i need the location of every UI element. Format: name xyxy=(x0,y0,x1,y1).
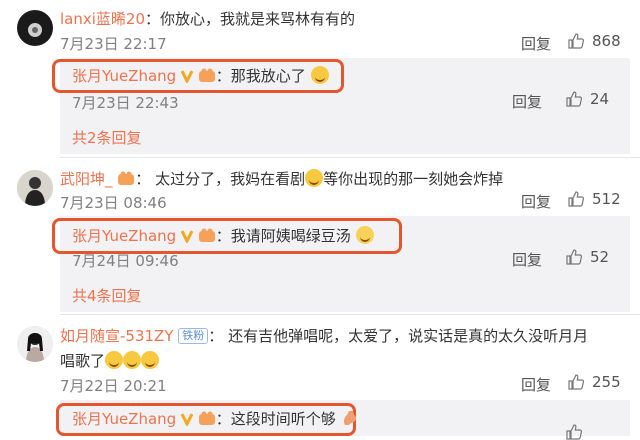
comment-time: 7月23日 08:46 xyxy=(60,194,167,212)
separator: ： xyxy=(145,10,161,28)
like-count: 24 xyxy=(590,90,610,108)
level-badge-icon xyxy=(198,228,215,242)
thumbs-up-icon xyxy=(568,374,584,390)
comment-line: lanxi蓝晞20：你放心，我就是来骂林有有的 xyxy=(60,9,355,29)
comment-text: 还有吉他弹唱呢，太爱了，说实话是真的太久没听月月 xyxy=(228,327,589,345)
like-count: 255 xyxy=(592,373,621,391)
verified-v-icon xyxy=(180,70,193,83)
reply-text: 我请阿姨喝绿豆汤 xyxy=(230,227,351,245)
comment-text: 等你出现的那一刻她会炸掉 xyxy=(323,170,504,188)
like-count: 512 xyxy=(592,190,621,208)
comment-text: 太过分了，我妈在看剧 xyxy=(155,170,306,188)
reply-username[interactable]: 张月YueZhang xyxy=(72,67,176,85)
like-button[interactable]: 868 xyxy=(568,32,621,50)
verified-v-icon xyxy=(180,230,193,243)
reply-button[interactable]: 回复 xyxy=(512,91,542,112)
more-replies-link[interactable]: 共4条回复 xyxy=(72,285,142,306)
divider xyxy=(60,157,640,158)
level-badge-icon xyxy=(198,411,215,425)
separator: ： xyxy=(215,227,231,245)
like-button[interactable]: 52 xyxy=(566,248,609,266)
separator: ： xyxy=(215,410,231,428)
reply-time: 7月24日 09:46 xyxy=(72,252,179,270)
reply-line: 张月YueZhang ：这段时间听个够 xyxy=(72,409,359,429)
cry-emoji-icon xyxy=(355,226,374,244)
thumbs-up-icon xyxy=(566,249,582,265)
flex-arm-emoji-icon xyxy=(343,411,356,425)
divider xyxy=(60,314,640,315)
separator: ： xyxy=(135,170,151,188)
comment-username[interactable]: lanxi蓝晞20 xyxy=(60,10,145,28)
more-replies-link[interactable]: 共2条回复 xyxy=(72,127,142,148)
like-count: 52 xyxy=(590,248,610,266)
reply-button[interactable]: 回复 xyxy=(521,33,551,54)
thumbs-up-icon xyxy=(566,424,582,440)
like-count: 868 xyxy=(592,32,621,50)
reply-time: 7月23日 22:43 xyxy=(72,94,179,112)
reply-button[interactable]: 回复 xyxy=(521,191,551,212)
reply-username[interactable]: 张月YueZhang xyxy=(72,227,176,245)
thumbs-up-icon xyxy=(568,191,584,207)
reply-line: 张月YueZhang ：我请阿姨喝绿豆汤 xyxy=(72,226,374,246)
avatar[interactable] xyxy=(17,10,53,46)
laugh-emoji-icon xyxy=(123,351,142,369)
fan-badge: 铁粉 xyxy=(178,328,209,344)
comment-username[interactable]: 如月随宣-531ZY xyxy=(60,327,173,345)
comment-time: 7月22日 20:21 xyxy=(60,377,167,395)
laugh-emoji-icon xyxy=(105,351,124,369)
verified-v-icon xyxy=(180,413,193,426)
level-badge-icon xyxy=(118,171,135,185)
comment-time: 7月23日 22:17 xyxy=(60,35,167,53)
level-badge-icon xyxy=(198,68,215,82)
laugh-emoji-icon xyxy=(310,66,329,84)
laugh-emoji-icon xyxy=(141,351,160,369)
separator: ： xyxy=(215,67,231,85)
thumbs-up-icon xyxy=(566,91,582,107)
comment-line: 唱歌了 xyxy=(60,351,160,371)
reply-username[interactable]: 张月YueZhang xyxy=(72,410,176,428)
comment-line: 武阳坤_ ： 太过分了，我妈在看剧 等你出现的那一刻她会炸掉 xyxy=(60,169,503,189)
reply-button[interactable]: 回复 xyxy=(512,249,542,270)
reply-text: 那我放心了 xyxy=(230,67,306,85)
reply-button[interactable]: 回复 xyxy=(521,374,551,395)
like-button[interactable] xyxy=(566,424,582,440)
avatar[interactable] xyxy=(17,170,53,206)
reply-text: 这段时间听个够 xyxy=(230,410,336,428)
separator: ： xyxy=(208,327,224,345)
like-button[interactable]: 512 xyxy=(568,190,621,208)
comment-text: 你放心，我就是来骂林有有的 xyxy=(160,10,356,28)
comment-username[interactable]: 武阳坤_ xyxy=(60,170,113,188)
like-button[interactable]: 24 xyxy=(566,90,609,108)
like-button[interactable]: 255 xyxy=(568,373,621,391)
laugh-emoji-icon xyxy=(305,169,324,187)
reply-line: 张月YueZhang ：那我放心了 xyxy=(72,66,329,86)
comment-text: 唱歌了 xyxy=(60,352,106,370)
thumbs-up-icon xyxy=(568,33,584,49)
comment-line: 如月随宣-531ZY 铁粉： 还有吉他弹唱呢，太爱了，说实话是真的太久没听月月 xyxy=(60,326,588,346)
avatar[interactable] xyxy=(17,326,53,362)
